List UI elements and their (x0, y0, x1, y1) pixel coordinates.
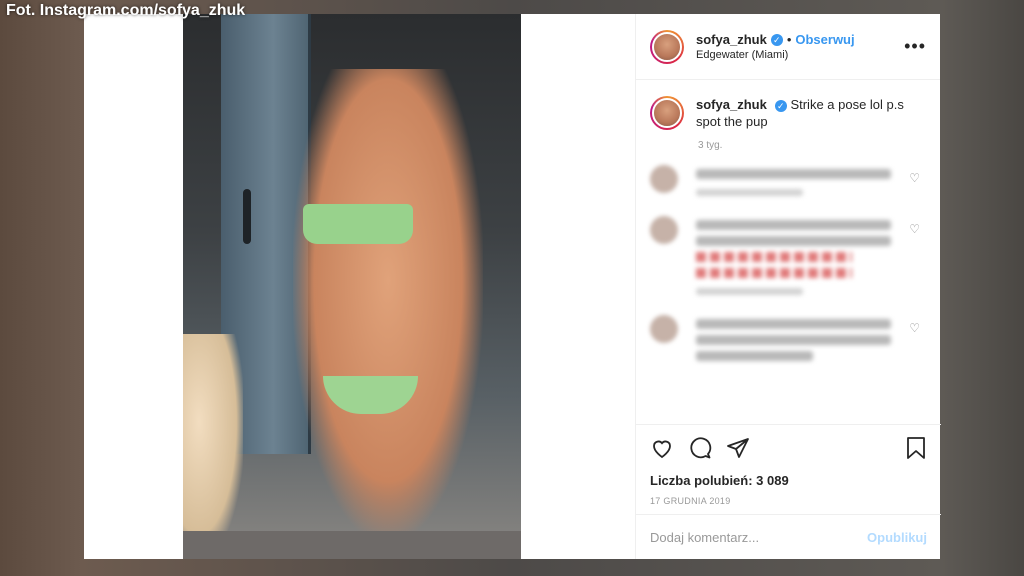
comment-item: ♡ (650, 216, 926, 301)
photo-figure (293, 69, 483, 539)
photo-rug (183, 531, 521, 559)
photo-credit-watermark: Fot. Instagram.com/sofya_zhuk (6, 2, 246, 19)
follow-button[interactable]: Obserwuj (795, 32, 854, 47)
save-bookmark-icon[interactable] (905, 436, 927, 460)
post-side-panel: sofya_zhuk ✓ • Obserwuj Edgewater (Miami… (635, 14, 941, 559)
add-comment-bar: Dodaj komentarz... Opublikuj (636, 514, 941, 559)
verified-badge-icon: ✓ (774, 100, 787, 112)
caption-avatar[interactable] (650, 96, 684, 130)
caption-username[interactable]: sofya_zhuk (696, 97, 767, 112)
like-heart-icon[interactable] (650, 436, 674, 460)
publish-button[interactable]: Opublikuj (867, 530, 927, 545)
verified-badge-icon: ✓ (770, 33, 783, 46)
add-comment-input[interactable]: Dodaj komentarz... (650, 530, 759, 545)
blurred-comment-emojis (696, 252, 852, 262)
photo-door-handle (243, 189, 251, 244)
caption: sofya_zhuk ✓ Strike a pose lol p.s spot t… (650, 96, 926, 130)
comment-like-icon[interactable]: ♡ (909, 222, 920, 236)
header-username[interactable]: sofya_zhuk (696, 32, 767, 47)
separator-dot: • (786, 32, 792, 47)
blurred-comment-text (696, 236, 891, 246)
post-header: sofya_zhuk ✓ • Obserwuj Edgewater (Miami… (636, 14, 940, 80)
comment-bubble-icon[interactable] (688, 436, 712, 460)
comment-like-icon[interactable]: ♡ (909, 171, 920, 185)
instagram-post-modal: sofya_zhuk ✓ • Obserwuj Edgewater (Miami… (84, 14, 941, 559)
comment-like-icon[interactable]: ♡ (909, 321, 920, 335)
photo-bikini-top (303, 204, 413, 244)
comment-avatar[interactable] (650, 165, 678, 193)
avatar[interactable] (650, 29, 684, 64)
location-link[interactable]: Edgewater (Miami) (696, 49, 904, 61)
blurred-comment-meta (696, 288, 804, 295)
blurred-comment-text (696, 351, 813, 361)
share-send-icon[interactable] (726, 436, 750, 460)
more-options-icon[interactable]: ••• (904, 36, 926, 57)
post-photo[interactable] (183, 14, 521, 559)
blurred-comment-meta (696, 189, 804, 196)
comment-item: ♡ (650, 315, 926, 367)
blurred-comment-text (696, 169, 891, 179)
likes-count[interactable]: Liczba polubień: 3 089 (650, 473, 927, 488)
blurred-comment-text (696, 335, 891, 345)
post-actions: Liczba polubień: 3 089 17 GRUDNIA 2019 (636, 424, 941, 506)
blurred-comment-text (696, 220, 891, 230)
photo-dog (183, 334, 243, 554)
comment-item: ♡ (650, 165, 926, 202)
blurred-comment-emojis (696, 268, 852, 278)
caption-timestamp[interactable]: 3 tyg. (698, 140, 926, 151)
comment-avatar[interactable] (650, 216, 678, 244)
comment-avatar[interactable] (650, 315, 678, 343)
post-media (84, 14, 635, 559)
post-date[interactable]: 17 GRUDNIA 2019 (650, 496, 927, 506)
blurred-comment-text (696, 319, 891, 329)
comments-section[interactable]: sofya_zhuk ✓ Strike a pose lol p.s spot t… (636, 80, 940, 425)
